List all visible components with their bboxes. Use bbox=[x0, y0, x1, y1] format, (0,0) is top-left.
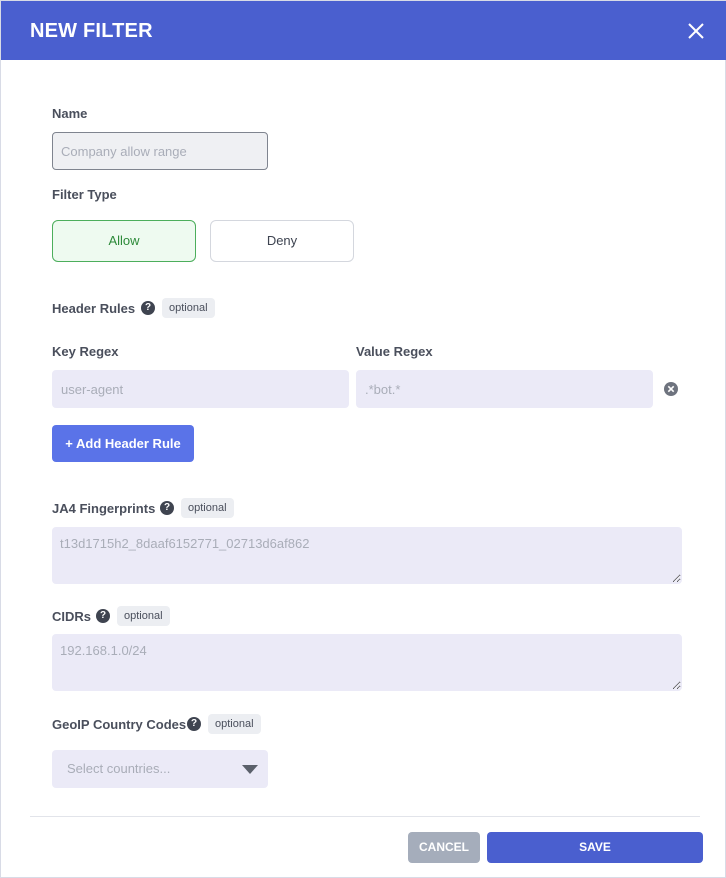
optional-badge: optional bbox=[117, 606, 170, 626]
geoip-country-codes-label: GeoIP Country Codes bbox=[52, 717, 187, 732]
ja4-fingerprints-textarea[interactable] bbox=[52, 527, 682, 584]
close-icon[interactable] bbox=[685, 20, 707, 42]
cidrs-textarea[interactable] bbox=[52, 634, 682, 691]
country-select-placeholder: Select countries... bbox=[67, 761, 171, 776]
help-icon[interactable]: ? bbox=[141, 301, 155, 315]
name-input[interactable] bbox=[52, 132, 268, 170]
save-button[interactable]: SAVE bbox=[487, 832, 703, 863]
add-header-rule-button[interactable]: + Add Header Rule bbox=[52, 425, 194, 462]
help-icon[interactable]: ? bbox=[96, 609, 110, 623]
cidrs-label: CIDRs bbox=[52, 609, 92, 624]
value-regex-label: Value Regex bbox=[356, 344, 433, 359]
header-rules-label: Header Rules bbox=[52, 301, 136, 316]
cancel-button[interactable]: CANCEL bbox=[408, 832, 480, 863]
dialog-title: NEW FILTER bbox=[30, 20, 153, 42]
remove-rule-icon[interactable] bbox=[664, 382, 678, 396]
key-regex-label: Key Regex bbox=[52, 344, 119, 359]
name-label: Name bbox=[52, 106, 88, 121]
country-select[interactable]: Select countries... bbox=[52, 750, 268, 788]
chevron-down-icon bbox=[242, 765, 258, 774]
ja4-fingerprints-label: JA4 Fingerprints bbox=[52, 501, 156, 516]
filter-type-allow-button[interactable]: Allow bbox=[52, 220, 196, 262]
value-regex-input[interactable] bbox=[356, 370, 653, 408]
filter-type-label: Filter Type bbox=[52, 187, 117, 202]
dialog-header: NEW FILTER bbox=[1, 1, 726, 60]
help-icon[interactable]: ? bbox=[160, 501, 174, 515]
help-icon[interactable]: ? bbox=[187, 717, 201, 731]
optional-badge: optional bbox=[208, 714, 261, 734]
optional-badge: optional bbox=[181, 498, 234, 518]
key-regex-input[interactable] bbox=[52, 370, 349, 408]
footer-divider bbox=[30, 816, 700, 817]
new-filter-dialog: NEW FILTER Name Filter Type Allow Deny H… bbox=[0, 0, 726, 878]
optional-badge: optional bbox=[162, 298, 215, 318]
filter-type-deny-button[interactable]: Deny bbox=[210, 220, 354, 262]
